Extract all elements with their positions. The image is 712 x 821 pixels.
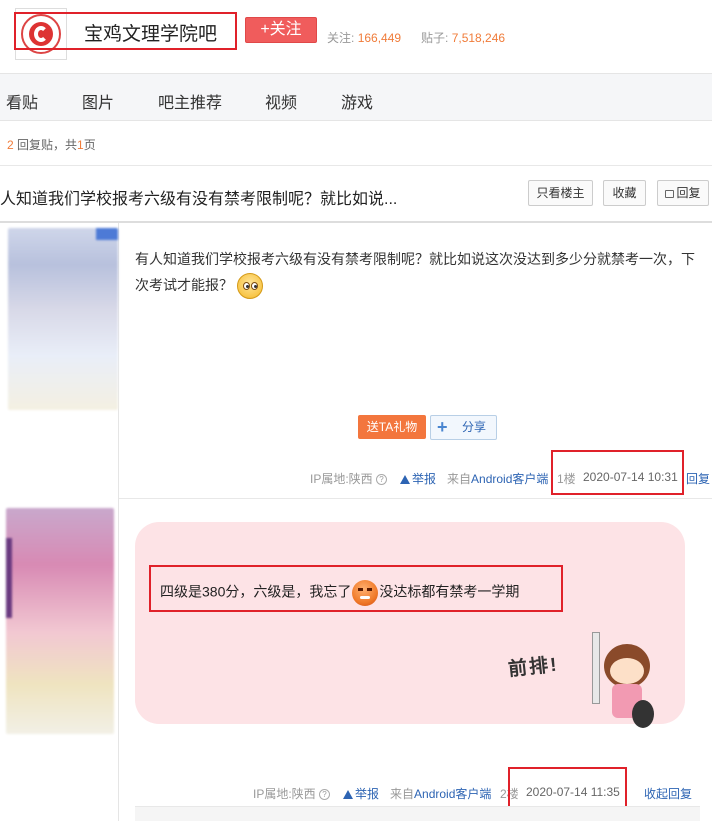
warning-icon — [343, 790, 353, 800]
page-count: 1 — [77, 138, 84, 152]
reply-count: 2 — [7, 138, 14, 152]
posts-stat: 贴子: 7,518,246 — [421, 29, 505, 46]
post-content-text-after: 没达标都有禁考一学期 — [379, 583, 520, 600]
only-op-button[interactable]: 只看楼主 — [528, 180, 593, 206]
posts-label: 贴子: — [421, 31, 449, 45]
source-app-link[interactable]: Android客户端 — [471, 472, 548, 486]
reply-summary: 2 回复贴，共1页 — [7, 136, 96, 153]
report-label: 举报 — [355, 787, 380, 801]
divider — [0, 165, 712, 166]
thread-reply-button[interactable]: 回复 — [657, 180, 709, 206]
share-plus-icon: + — [437, 417, 448, 437]
time-highlight-box — [551, 450, 684, 495]
sword-icon — [592, 632, 600, 704]
divider — [0, 221, 712, 223]
character-face — [610, 658, 644, 684]
reply-summary-end: 页 — [83, 138, 96, 152]
front-row-sticker: 前排! — [507, 628, 664, 736]
collect-button[interactable]: 收藏 — [603, 180, 646, 206]
collapse-replies-link[interactable]: 收起回复 — [644, 785, 692, 802]
pleading-face-emoji-icon — [236, 273, 263, 300]
avatar[interactable] — [8, 228, 118, 410]
angry-face-emoji-icon — [352, 580, 379, 606]
reply-link[interactable]: 回复 — [686, 470, 710, 487]
posts-count: 7,518,246 — [451, 31, 506, 45]
source-prefix: 来自 — [447, 472, 472, 486]
warning-icon — [400, 475, 410, 485]
avatar[interactable] — [6, 508, 114, 734]
avatar-badge — [96, 228, 118, 240]
forum-nav: 看贴 图片 吧主推荐 视频 游戏 — [0, 73, 712, 121]
reply-summary-text: 回复贴，共 — [17, 138, 78, 152]
post-meta: IP属地:陕西 ? — [253, 785, 331, 802]
report-label: 举报 — [412, 472, 437, 486]
nav-tab-recommended[interactable]: 吧主推荐 — [158, 89, 222, 113]
divider — [119, 498, 712, 499]
ip-location: IP属地:陕西 — [310, 472, 373, 486]
post-content-text-before: 四级是380分，六级是，我忘了 — [160, 583, 352, 600]
report-link[interactable]: 举报 — [343, 785, 379, 802]
send-gift-button[interactable]: 送TA礼物 — [358, 415, 426, 439]
post-source: 来自Android客户端 — [447, 470, 548, 487]
forum-header: 宝鸡文理学院吧 +关注 关注: 166,449 贴子: 7,518,246 — [0, 0, 712, 72]
nav-tab-video[interactable]: 视频 — [265, 89, 297, 113]
sticker-text: 前排! — [507, 654, 560, 681]
report-link[interactable]: 举报 — [400, 470, 436, 487]
bomb-icon — [632, 700, 654, 728]
followers-label: 关注: — [327, 31, 355, 45]
followers-count: 166,449 — [357, 31, 402, 45]
ip-location: IP属地:陕西 — [253, 787, 316, 801]
post-meta: IP属地:陕西 ? — [310, 470, 388, 487]
help-icon[interactable]: ? — [376, 474, 388, 486]
avatar-edge — [6, 538, 12, 618]
post-source: 来自Android客户端 — [390, 785, 491, 802]
reply-area — [135, 806, 700, 821]
source-app-link[interactable]: Android客户端 — [414, 787, 491, 801]
post-content-text: 有人知道我们学校报考六级有没有禁考限制呢？就比如说这次没达到多少分就禁考一次，下… — [135, 251, 695, 293]
share-button[interactable]: + 分享 — [430, 415, 497, 440]
comment-icon — [665, 189, 675, 198]
help-icon[interactable]: ? — [319, 789, 331, 801]
forum-title[interactable]: 宝鸡文理学院吧 — [84, 19, 217, 46]
nav-tab-posts[interactable]: 看贴 — [6, 89, 38, 113]
follow-button[interactable]: +关注 — [245, 17, 317, 43]
source-prefix: 来自 — [390, 787, 415, 801]
time-highlight-box — [508, 767, 627, 809]
followers-stat: 关注: 166,449 — [327, 29, 401, 46]
thread-title: 人知道我们学校报考六级有没有禁考限制呢？就比如说... — [0, 191, 398, 208]
nav-tab-images[interactable]: 图片 — [82, 89, 114, 113]
column-divider — [118, 223, 119, 821]
share-label: 分享 — [462, 420, 487, 434]
thread-reply-label: 回复 — [676, 186, 701, 200]
post-content: 四级是380分，六级是，我忘了 没达标都有禁考一学期 — [160, 580, 519, 606]
nav-tab-games[interactable]: 游戏 — [341, 89, 373, 113]
post-content: 有人知道我们学校报考六级有没有禁考限制呢？就比如说这次没达到多少分就禁考一次，下… — [135, 246, 700, 300]
